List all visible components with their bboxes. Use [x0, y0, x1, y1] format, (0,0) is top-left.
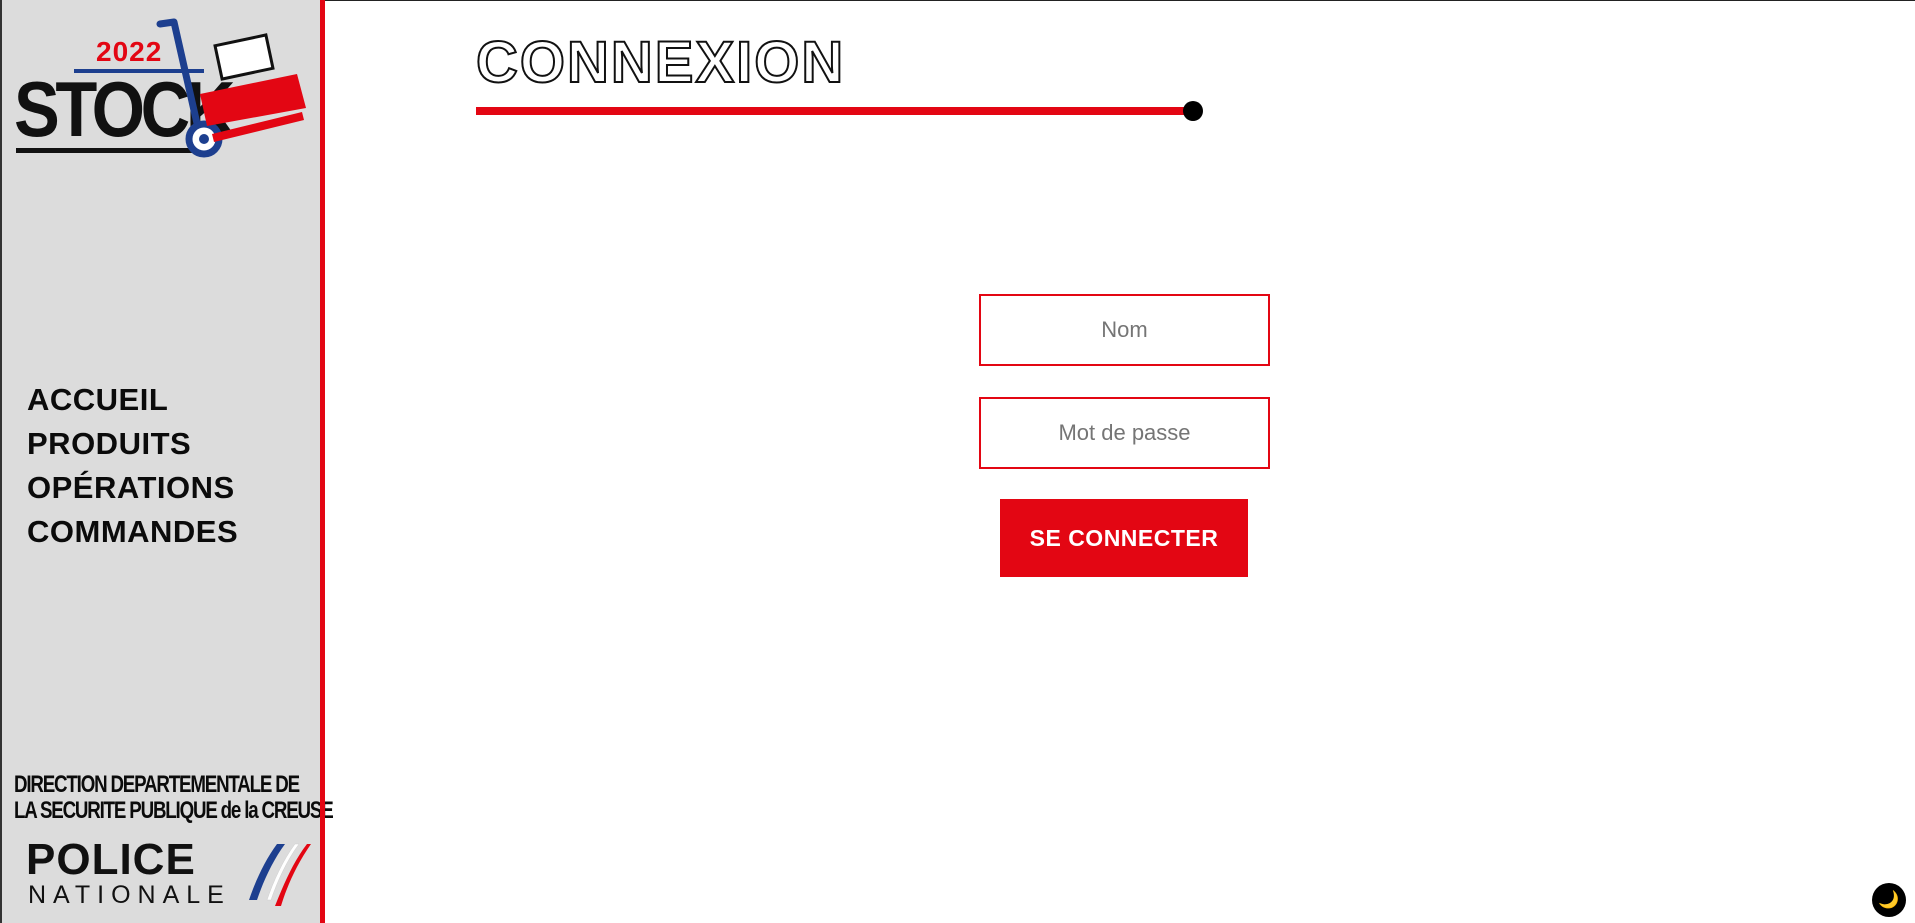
sidebar-divider [320, 0, 325, 923]
stock-logo[interactable]: 2022 STOCK [12, 12, 312, 162]
hand-truck-icon [156, 18, 306, 158]
nationale-word: NATIONALE [28, 881, 231, 909]
direction-line-1: DIRECTION DEPARTEMENTALE DE [14, 771, 300, 798]
title-underline-dot [1183, 101, 1203, 121]
police-word: POLICE [26, 835, 196, 884]
password-input[interactable] [979, 397, 1270, 469]
page-title: CONNEXION [475, 29, 846, 96]
tricolor-flag-icon [249, 843, 311, 906]
title-underline [476, 107, 1192, 115]
main-nav: ACCUEIL PRODUITS OPÉRATIONS COMMANDES [27, 378, 238, 554]
nav-item-accueil[interactable]: ACCUEIL [27, 378, 238, 422]
nav-item-operations[interactable]: OPÉRATIONS [27, 466, 238, 510]
direction-label: DIRECTION DEPARTEMENTALE DE LA SECURITE … [14, 771, 334, 824]
nav-item-commandes[interactable]: COMMANDES [27, 510, 238, 554]
moon-icon[interactable]: 🌙 [1872, 883, 1906, 917]
name-input[interactable] [979, 294, 1270, 366]
police-nationale-logo: POLICE NATIONALE [26, 838, 316, 908]
sidebar: 2022 STOCK ACCUEIL PRODUITS OPÉRATIONS C… [0, 0, 334, 923]
nav-item-produits[interactable]: PRODUITS [27, 422, 238, 466]
login-button[interactable]: SE CONNECTER [1000, 499, 1248, 577]
direction-line-2: LA SECURITE PUBLIQUE de la CREUSE [14, 797, 334, 824]
